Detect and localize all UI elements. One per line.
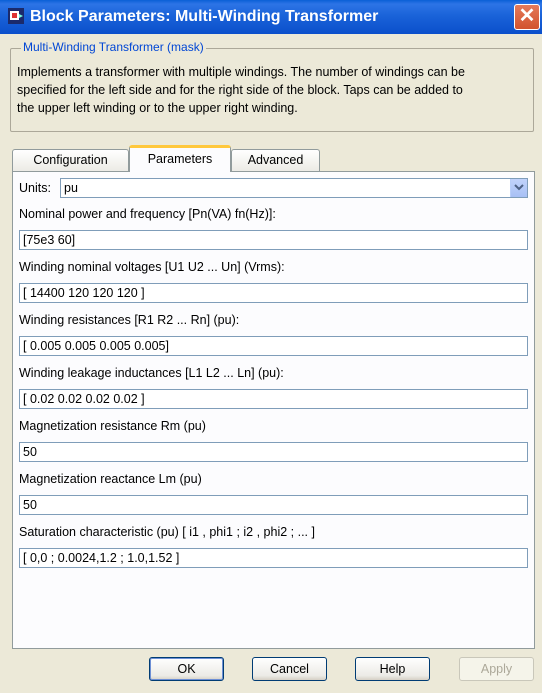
- dropdown-button[interactable]: [510, 179, 527, 197]
- winding-resistances-input[interactable]: [ 0.005 0.005 0.005 0.005]: [19, 336, 528, 356]
- winding-resistances-label: Winding resistances [R1 R2 ... Rn] (pu):: [19, 313, 240, 327]
- description-line: specified for the left side and for the …: [17, 83, 463, 97]
- mask-description: Implements a transformer with multiple w…: [17, 63, 527, 117]
- window-title: Block Parameters: Multi-Winding Transfor…: [30, 8, 379, 25]
- magnetization-reactance-input[interactable]: 50: [19, 495, 528, 515]
- simulink-block-icon: [8, 8, 24, 24]
- leakage-inductances-label: Winding leakage inductances [L1 L2 ... L…: [19, 366, 284, 380]
- units-select[interactable]: pu: [60, 178, 528, 198]
- mask-description-group: Multi-Winding Transformer (mask) Impleme…: [10, 40, 534, 132]
- units-value: pu: [64, 181, 78, 195]
- magnetization-resistance-input[interactable]: 50: [19, 442, 528, 462]
- winding-voltages-input[interactable]: [ 14400 120 120 120 ]: [19, 283, 528, 303]
- cancel-button[interactable]: Cancel: [252, 657, 327, 681]
- nominal-power-input[interactable]: [75e3 60]: [19, 230, 528, 250]
- winding-voltages-label: Winding nominal voltages [U1 U2 ... Un] …: [19, 260, 285, 274]
- tab-parameters[interactable]: Parameters: [129, 145, 231, 172]
- title-bar[interactable]: Block Parameters: Multi-Winding Transfor…: [0, 0, 542, 34]
- units-label: Units:: [19, 181, 51, 195]
- ok-button[interactable]: OK: [149, 657, 224, 681]
- description-line: Implements a transformer with multiple w…: [17, 65, 465, 79]
- chevron-down-icon: [514, 184, 524, 191]
- tab-advanced[interactable]: Advanced: [231, 149, 320, 171]
- close-button[interactable]: ✕: [514, 4, 540, 30]
- nominal-power-label: Nominal power and frequency [Pn(VA) fn(H…: [19, 207, 276, 221]
- help-button[interactable]: Help: [355, 657, 430, 681]
- magnetization-reactance-label: Magnetization reactance Lm (pu): [19, 472, 202, 486]
- magnetization-resistance-label: Magnetization resistance Rm (pu): [19, 419, 206, 433]
- tab-configuration[interactable]: Configuration: [12, 149, 129, 171]
- group-label: Multi-Winding Transformer (mask): [21, 40, 206, 54]
- apply-button[interactable]: Apply: [459, 657, 534, 681]
- leakage-inductances-input[interactable]: [ 0.02 0.02 0.02 0.02 ]: [19, 389, 528, 409]
- block-parameters-dialog: Block Parameters: Multi-Winding Transfor…: [0, 0, 542, 693]
- saturation-characteristic-label: Saturation characteristic (pu) [ i1 , ph…: [19, 525, 315, 539]
- saturation-characteristic-input[interactable]: [ 0,0 ; 0.0024,1.2 ; 1.0,1.52 ]: [19, 548, 528, 568]
- description-line: the upper left winding or to the upper r…: [17, 101, 298, 115]
- parameters-panel: Units: pu Nominal power and frequency [P…: [12, 171, 535, 649]
